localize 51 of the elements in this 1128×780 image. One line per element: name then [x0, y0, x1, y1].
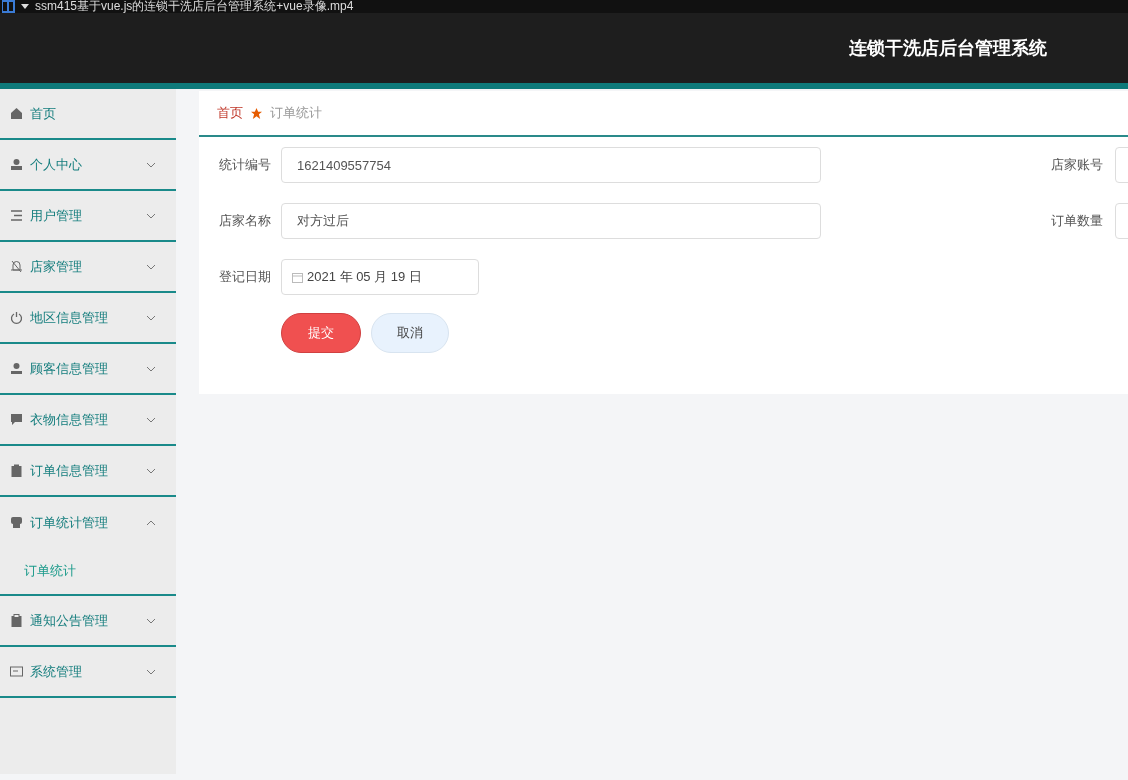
- power-icon: [10, 311, 23, 324]
- field-label: 统计编号: [219, 156, 272, 175]
- menu-label: 首页: [30, 104, 57, 123]
- home-icon: [10, 107, 23, 120]
- menu-label: 顾客信息管理: [30, 359, 109, 378]
- text-field[interactable]: 1621409557754: [281, 147, 821, 183]
- sidebar-item[interactable]: 地区信息管理: [0, 293, 176, 344]
- cancel-button[interactable]: 取消: [371, 313, 449, 353]
- user-icon: [10, 362, 23, 375]
- list-icon: [10, 209, 23, 222]
- sidebar-item[interactable]: 系统管理: [0, 647, 176, 698]
- menu-label: 通知公告管理: [30, 611, 109, 630]
- menu-label: 个人中心: [30, 155, 83, 174]
- menu-label: 地区信息管理: [30, 308, 109, 327]
- calendar-icon: [292, 271, 303, 283]
- card-icon: [10, 665, 23, 678]
- sidebar-item[interactable]: 衣物信息管理: [0, 395, 176, 446]
- star-icon: [251, 107, 262, 119]
- menu-label: 店家管理: [30, 257, 83, 276]
- sidebar-item[interactable]: 订单统计管理: [0, 497, 176, 548]
- sidebar-item[interactable]: 通知公告管理: [0, 596, 176, 647]
- sidebar-item[interactable]: 用户管理: [0, 191, 176, 242]
- breadcrumb-item[interactable]: 首页: [217, 103, 243, 123]
- sidebar-item[interactable]: 顾客信息管理: [0, 344, 176, 395]
- menu-label: 系统管理: [30, 662, 83, 681]
- field-label: 店家账号: [1051, 156, 1104, 175]
- caret-icon[interactable]: [21, 3, 29, 10]
- field-label: 店家名称: [219, 212, 272, 231]
- submit-button[interactable]: 提交: [281, 313, 361, 353]
- menu-label: 衣物信息管理: [30, 410, 109, 429]
- breadcrumb-item: 订单统计: [270, 104, 322, 123]
- bell-icon: [10, 260, 23, 273]
- sidebar-item[interactable]: 个人中心: [0, 140, 176, 191]
- sidebar-item[interactable]: 订单信息管理: [0, 446, 176, 497]
- date-field[interactable]: 2021 年 05 月 19 日: [281, 259, 479, 295]
- menu-label: 用户管理: [30, 206, 83, 225]
- tray-icon: [10, 516, 23, 529]
- video-title: ssm415基于vue.js的连锁干洗店后台管理系统+vue录像.mp4: [35, 0, 354, 13]
- app-title: 连锁干洗店后台管理系统: [849, 36, 1047, 60]
- clipboard-icon: [10, 464, 23, 477]
- field-label: 订单数量: [1051, 212, 1104, 231]
- submenu-item[interactable]: 订单统计: [0, 548, 176, 594]
- sidebar-item[interactable]: 店家管理: [0, 242, 176, 293]
- user-icon: [10, 158, 23, 171]
- clipboard-icon: [10, 614, 23, 627]
- menu-label: 订单统计管理: [30, 513, 109, 532]
- chat-icon: [10, 413, 23, 426]
- menu-label: 订单信息管理: [30, 461, 109, 480]
- text-field[interactable]: 对方过后: [281, 203, 821, 239]
- sidebar-item[interactable]: 首页: [0, 89, 176, 140]
- field-label: 登记日期: [219, 268, 272, 287]
